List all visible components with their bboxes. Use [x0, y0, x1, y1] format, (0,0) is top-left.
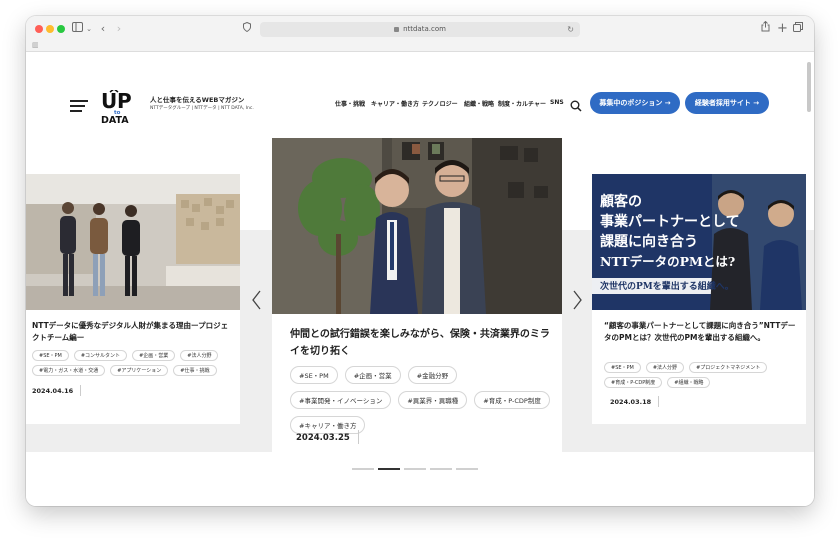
sidebar-toggle-icon[interactable] — [70, 21, 84, 37]
article-card-left[interactable]: NTTデータに優秀なデジタル人財が集まる理由ープロジェクトチーム編ー #SE・P… — [26, 174, 240, 424]
tag[interactable]: #プロジェクトマネジメント — [689, 362, 768, 373]
browser-window: ⌄ ‹ › nttdata.com ↻ + ▥ U P to DATA 人と仕事… — [26, 16, 814, 506]
zoom-window-button[interactable] — [57, 25, 65, 33]
tag[interactable]: #コンサルタント — [73, 350, 128, 361]
tag[interactable]: #企画・営業 — [132, 350, 176, 361]
tag[interactable]: #SE・PM — [32, 350, 69, 361]
tag[interactable]: #法人分野 — [645, 362, 685, 373]
page-scrollbar[interactable] — [807, 62, 811, 112]
tag[interactable]: #育成・P-CDP制度 — [604, 377, 663, 388]
carousel-next-icon[interactable] — [570, 289, 584, 311]
lock-icon — [394, 26, 400, 32]
article-image-left — [26, 174, 240, 310]
share-icon[interactable] — [760, 20, 770, 37]
article-image-right: 顧客の 事業パートナーとして 課題に向き合う NTTデータのPMとは? 次世代の… — [592, 174, 806, 310]
image-text: 次世代のPMを輩出する組織へ。 — [600, 280, 734, 292]
open-positions-button[interactable]: 募集中のポジション → — [590, 92, 680, 114]
carousel-prev-icon[interactable] — [250, 289, 264, 311]
nav-item-sns[interactable]: SNS — [550, 99, 564, 106]
forward-icon[interactable]: › — [114, 21, 124, 37]
tag[interactable]: #アプリケーション — [110, 365, 169, 376]
nav-item-technology[interactable]: テクノロジー — [422, 99, 458, 108]
nav-item-career[interactable]: キャリア・働き方 — [371, 99, 419, 108]
minimize-window-button[interactable] — [46, 25, 54, 33]
article-title-center[interactable]: 仲間との試行錯誤を楽しみながら、保険・共済業界のミライを切り拓く — [290, 326, 550, 360]
up-to-data-logo-icon: U P to DATA — [101, 88, 132, 126]
tag[interactable]: #企画・営業 — [344, 366, 401, 384]
shield-icon[interactable] — [242, 21, 252, 37]
page-dot-3[interactable] — [404, 468, 426, 470]
page-dot-5[interactable] — [456, 468, 478, 470]
tag[interactable]: #育成・P-CDP制度 — [474, 391, 550, 409]
tag-list-left: #SE・PM #コンサルタント #企画・営業 #法人分野 #電力・ガス・水道・交… — [32, 350, 236, 376]
image-text: 顧客の — [600, 193, 642, 210]
article-date-center: 2024.03.25 — [296, 433, 350, 443]
tag[interactable]: #SE・PM — [290, 366, 338, 384]
chevron-down-icon[interactable]: ⌄ — [85, 21, 93, 37]
tab-overview-icon[interactable] — [793, 21, 803, 37]
back-icon[interactable]: ‹ — [98, 21, 108, 37]
tag[interactable]: #仕事・挑戦 — [173, 365, 217, 376]
svg-text:DATA: DATA — [101, 115, 129, 124]
date-divider — [80, 385, 81, 396]
tag[interactable]: #組織・戦略 — [667, 377, 711, 388]
tag[interactable]: #電力・ガス・水道・交通 — [32, 365, 106, 376]
tag[interactable]: #SE・PM — [604, 362, 641, 373]
site-tagline: 人と仕事を伝えるWEBマガジン — [150, 96, 245, 104]
tag[interactable]: #法人分野 — [180, 350, 219, 361]
article-title-right[interactable]: “顧客の事業パートナーとして課題に向き合う”NTTデータのPMとは？次世代のPM… — [604, 320, 800, 344]
article-card-center[interactable]: 仲間との試行錯誤を楽しみながら、保険・共済業界のミライを切り拓く #SE・PM … — [272, 138, 562, 462]
article-title-left[interactable]: NTTデータに優秀なデジタル人財が集まる理由ープロジェクトチーム編ー — [32, 320, 232, 344]
url-text: nttdata.com — [403, 25, 446, 33]
carousel-pagination — [352, 468, 478, 470]
experienced-recruit-button[interactable]: 経験者採用サイト → — [685, 92, 769, 114]
tab-grid-icon[interactable]: ▥ — [32, 41, 39, 49]
image-text: 課題に向き合う — [600, 233, 698, 250]
site-subtag: NTTデータグループ | NTTデータ | NTT DATA, Inc. — [150, 106, 254, 111]
tag[interactable]: #異業界・異職種 — [398, 391, 468, 409]
page-dot-4[interactable] — [430, 468, 452, 470]
page-dot-2[interactable] — [378, 468, 400, 470]
address-bar[interactable]: nttdata.com ↻ — [260, 22, 580, 37]
article-card-right[interactable]: 顧客の 事業パートナーとして 課題に向き合う NTTデータのPMとは? 次世代の… — [592, 174, 806, 424]
image-text: 事業パートナーとして — [600, 213, 740, 230]
tag[interactable]: #キャリア・働き方 — [290, 416, 366, 434]
article-date-left: 2024.04.16 — [32, 387, 74, 395]
reload-icon[interactable]: ↻ — [567, 22, 574, 37]
tag-list-right: #SE・PM #法人分野 #プロジェクトマネジメント #育成・P-CDP制度 #… — [604, 362, 800, 388]
nav-item-organization[interactable]: 組織・戦略 — [464, 99, 494, 108]
page-dot-1[interactable] — [352, 468, 374, 470]
nav-item-work[interactable]: 仕事・挑戦 — [335, 99, 365, 108]
close-window-button[interactable] — [35, 25, 43, 33]
site-logo[interactable]: U P to DATA — [100, 88, 142, 126]
article-date-right: 2024.03.18 — [610, 398, 652, 406]
image-text: NTTデータのPMとは? — [600, 254, 735, 269]
tag[interactable]: #事業開発・イノベーション — [290, 391, 392, 409]
search-icon[interactable] — [570, 97, 582, 112]
browser-toolbar: ⌄ ‹ › nttdata.com ↻ + ▥ — [26, 16, 814, 52]
tag-list-center: #SE・PM #企画・営業 #金融分野 #事業開発・イノベーション #異業界・異… — [290, 366, 552, 434]
web-page: U P to DATA 人と仕事を伝えるWEBマガジン NTTデータグループ |… — [26, 52, 814, 506]
tag[interactable]: #金融分野 — [407, 366, 458, 384]
article-image-center — [272, 138, 562, 314]
nav-item-culture[interactable]: 制度・カルチャー — [498, 99, 546, 108]
date-divider — [658, 396, 659, 407]
date-divider — [358, 430, 359, 444]
new-tab-icon[interactable]: + — [777, 21, 788, 37]
menu-icon[interactable] — [70, 100, 88, 112]
